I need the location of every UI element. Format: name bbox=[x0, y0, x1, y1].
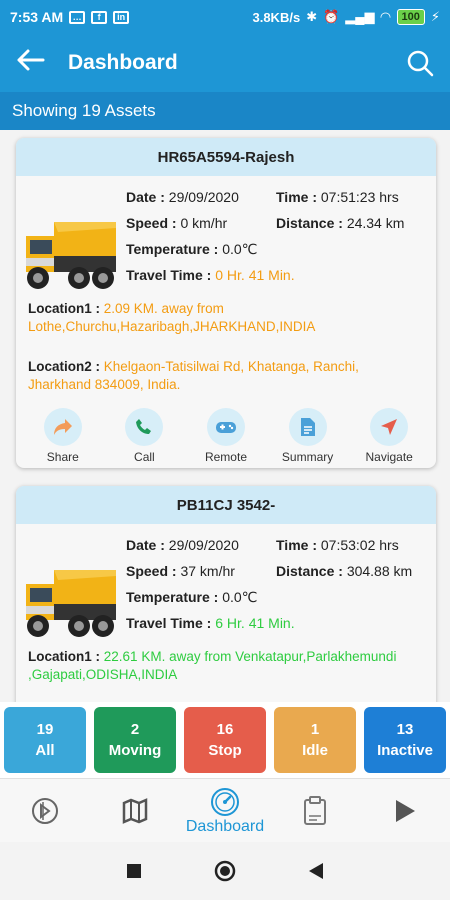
charging-icon: ⚡ bbox=[430, 9, 440, 24]
filter-moving-button[interactable]: 2 Moving bbox=[94, 707, 176, 773]
status-time: 7:53 AM bbox=[10, 9, 64, 25]
temperature-value: 0.0℃ bbox=[222, 589, 258, 605]
filter-all-button[interactable]: 19 All bbox=[4, 707, 86, 773]
summary-button[interactable]: Summary bbox=[270, 408, 346, 464]
dashboard-icon bbox=[211, 787, 239, 816]
network-speed: 3.8KB/s bbox=[252, 9, 301, 25]
linkedin-icon: in bbox=[113, 10, 130, 24]
info-left: Date : 29/09/2020 Speed : 37 km/hr Tempe… bbox=[126, 532, 295, 636]
temperature-label: Temperature : bbox=[126, 241, 219, 257]
truck-image bbox=[26, 570, 116, 637]
travel-time-value: 0 Hr. 41 Min. bbox=[215, 267, 295, 283]
distance-label: Distance : bbox=[276, 563, 343, 579]
date-value: 29/09/2020 bbox=[168, 537, 239, 553]
location1-label: Location1 : bbox=[28, 649, 101, 664]
nav-report[interactable] bbox=[275, 795, 355, 826]
phone-icon bbox=[136, 419, 152, 434]
date-value: 29/09/2020 bbox=[168, 189, 239, 205]
location2-label: Location2 : bbox=[28, 359, 101, 374]
speed-label: Speed : bbox=[126, 563, 177, 579]
alarm-icon: ⏰ bbox=[323, 9, 340, 24]
battery-icon: 100 bbox=[396, 9, 425, 25]
time-value: 07:51:23 hrs bbox=[320, 189, 399, 205]
travel-time-label: Travel Time : bbox=[126, 267, 212, 283]
date-label: Date : bbox=[126, 537, 165, 553]
distance-label: Distance : bbox=[276, 215, 343, 231]
card-actions: Share Call Remote Summary Navigate bbox=[16, 408, 436, 464]
gamepad-icon bbox=[215, 422, 236, 433]
play-icon bbox=[396, 799, 415, 822]
bluetooth-icon: ✱ bbox=[306, 9, 318, 24]
date-label: Date : bbox=[126, 189, 165, 205]
info-right: Time : 07:51:23 hrs Distance : 24.34 km bbox=[276, 184, 404, 236]
nav-dashboard[interactable]: Dashboard bbox=[185, 786, 265, 836]
assets-count-bar: Showing 19 Assets bbox=[0, 92, 450, 130]
location1: Location1 : 2.09 KM. away from Lothe,Chu… bbox=[28, 300, 424, 336]
share-icon bbox=[53, 419, 72, 435]
nav-playback[interactable] bbox=[5, 796, 85, 826]
speed-value: 37 km/hr bbox=[180, 563, 235, 579]
speed-label: Speed : bbox=[126, 215, 177, 231]
status-bar: 7:53 AM … f in 3.8KB/s ✱ ⏰ ▂▄▆ ◠ 100 ⚡ bbox=[0, 0, 450, 34]
assets-count-label: Showing 19 Assets bbox=[12, 101, 156, 120]
app-bar: Dashboard bbox=[0, 34, 450, 92]
vehicle-name: HR65A5594-Rajesh bbox=[16, 138, 436, 176]
report-icon bbox=[304, 795, 326, 825]
time-label: Time : bbox=[276, 537, 317, 553]
playback-icon bbox=[32, 797, 58, 824]
signal-icon: ▂▄▆ bbox=[345, 9, 375, 24]
location1-label: Location1 : bbox=[28, 301, 101, 316]
temperature-value: 0.0℃ bbox=[222, 241, 258, 257]
location2: Location2 : Khelgaon-Tatisilwai Rd, Khat… bbox=[28, 358, 424, 394]
time-label: Time : bbox=[276, 189, 317, 205]
back-arrow-icon[interactable] bbox=[0, 46, 60, 80]
call-button[interactable]: Call bbox=[106, 408, 182, 464]
search-icon[interactable] bbox=[390, 49, 450, 77]
facebook-icon: f bbox=[91, 10, 108, 24]
bottom-nav: Dashboard bbox=[0, 778, 450, 842]
nav-map[interactable] bbox=[95, 797, 175, 825]
share-button[interactable]: Share bbox=[25, 408, 101, 464]
home-circle-icon[interactable] bbox=[214, 860, 236, 882]
vehicle-name: PB11CJ 3542- bbox=[16, 486, 436, 524]
navigation-arrow-icon bbox=[381, 419, 398, 435]
nav-dashboard-label: Dashboard bbox=[185, 817, 265, 835]
back-triangle-icon[interactable] bbox=[308, 862, 324, 880]
recents-square-icon[interactable] bbox=[126, 863, 142, 879]
time-value: 07:53:02 hrs bbox=[320, 537, 399, 553]
system-nav-bar bbox=[0, 842, 450, 900]
map-icon bbox=[122, 797, 148, 824]
vehicle-card[interactable]: PB11CJ 3542- Date : 29/09/2020 Speed : 3… bbox=[16, 486, 436, 702]
location1: Location1 : 22.61 KM. away from Venkatap… bbox=[28, 648, 424, 684]
remote-button[interactable]: Remote bbox=[188, 408, 264, 464]
status-filters: 19 All 2 Moving 16 Stop 1 Idle 13 Inacti… bbox=[0, 702, 450, 778]
wifi-icon: ◠ bbox=[380, 9, 391, 24]
document-icon bbox=[300, 418, 315, 436]
navigate-button[interactable]: Navigate bbox=[351, 408, 427, 464]
nav-play[interactable] bbox=[365, 798, 445, 824]
vehicle-card[interactable]: HR65A5594-Rajesh Date : 29/09/2020 Speed… bbox=[16, 138, 436, 468]
info-right: Time : 07:53:02 hrs Distance : 304.88 km bbox=[276, 532, 412, 584]
distance-value: 304.88 km bbox=[346, 563, 413, 579]
truck-image bbox=[26, 222, 116, 289]
travel-time-label: Travel Time : bbox=[126, 615, 212, 631]
info-left: Date : 29/09/2020 Speed : 0 km/hr Temper… bbox=[126, 184, 295, 288]
message-icon: … bbox=[69, 10, 86, 24]
filter-inactive-button[interactable]: 13 Inactive bbox=[364, 707, 446, 773]
travel-time-value: 6 Hr. 41 Min. bbox=[215, 615, 295, 631]
distance-value: 24.34 km bbox=[346, 215, 405, 231]
page-title: Dashboard bbox=[68, 51, 178, 74]
temperature-label: Temperature : bbox=[126, 589, 219, 605]
speed-value: 0 km/hr bbox=[180, 215, 228, 231]
filter-stop-button[interactable]: 16 Stop bbox=[184, 707, 266, 773]
filter-idle-button[interactable]: 1 Idle bbox=[274, 707, 356, 773]
vehicle-list[interactable]: HR65A5594-Rajesh Date : 29/09/2020 Speed… bbox=[0, 130, 450, 702]
